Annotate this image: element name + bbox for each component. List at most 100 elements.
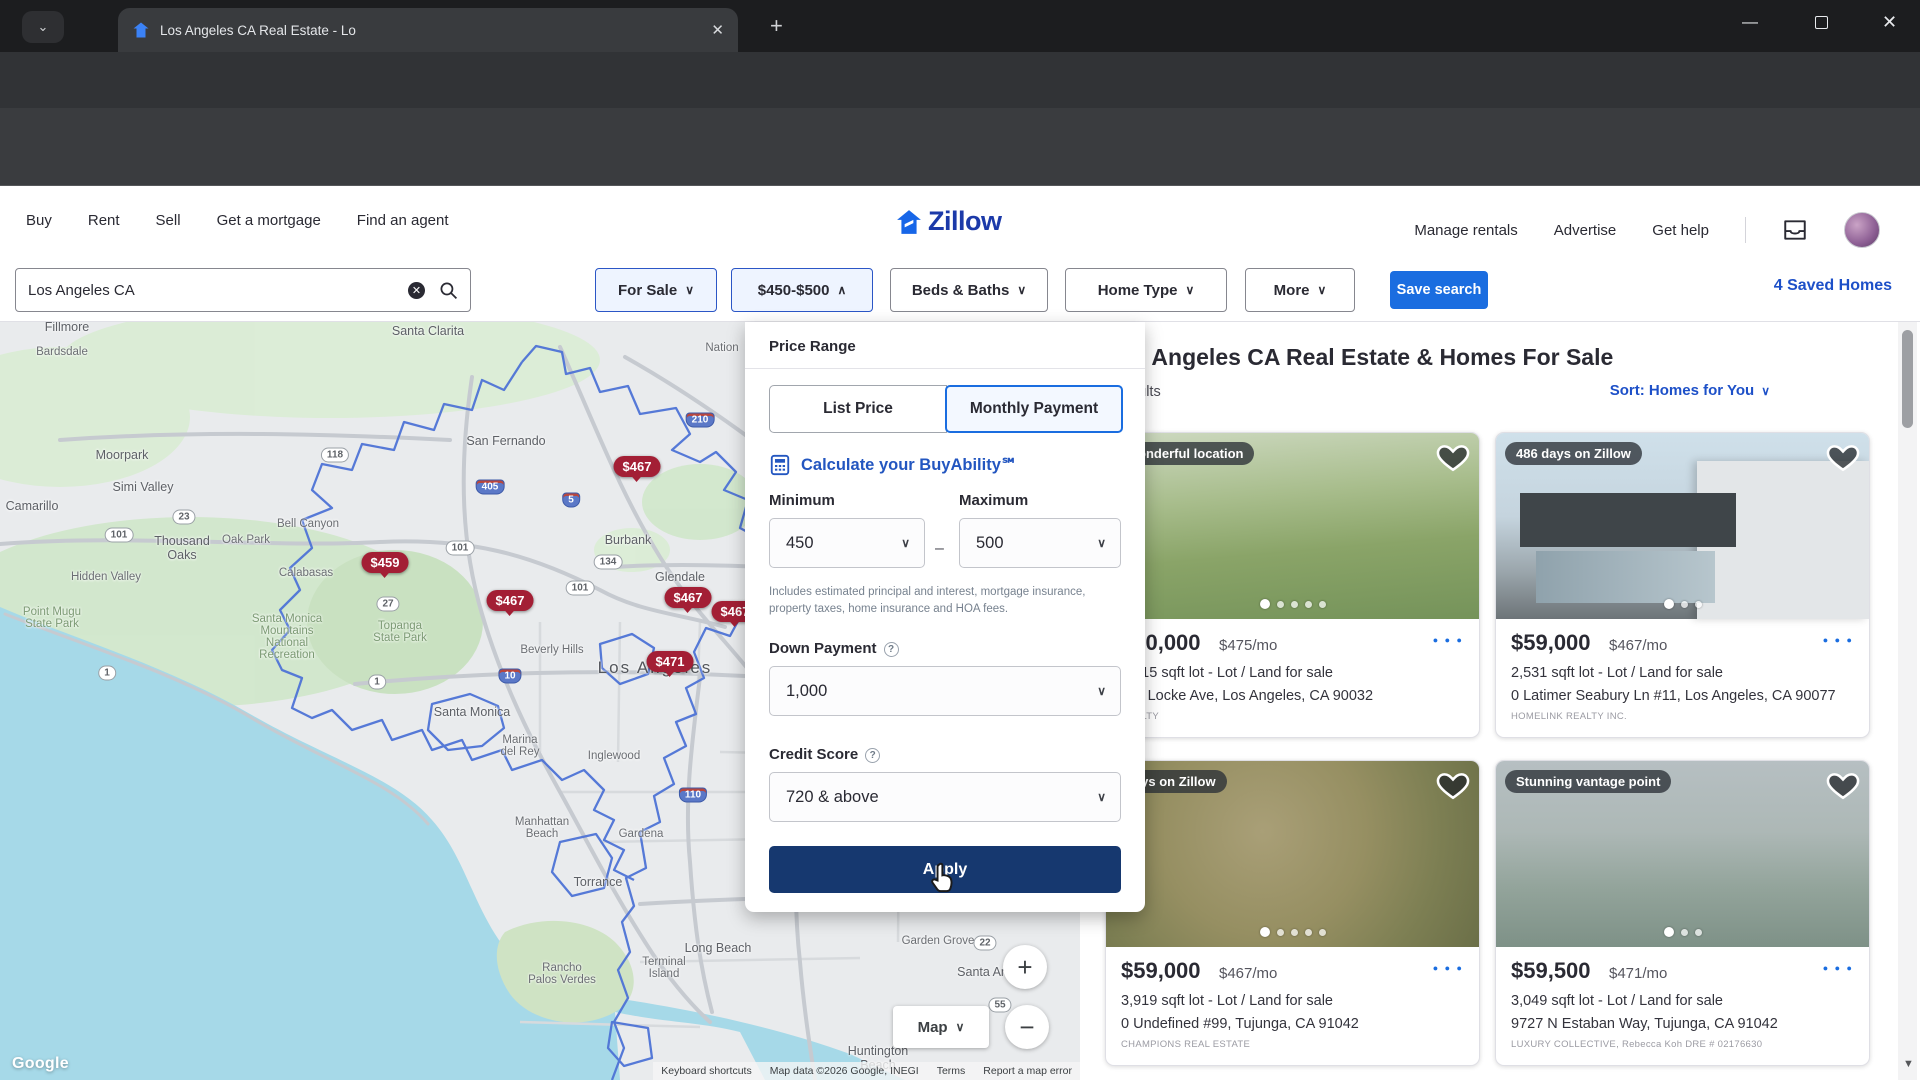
listing-card[interactable]: Stunning vantage point $59,500 $471/mo ●… bbox=[1495, 760, 1870, 1066]
map-place-label: Thousand Oaks bbox=[154, 534, 210, 562]
nav-buy[interactable]: Buy bbox=[26, 212, 52, 229]
map-price-pin[interactable]: $467 bbox=[665, 587, 712, 608]
down-payment-select[interactable]: 1,000 ∨ bbox=[769, 666, 1121, 716]
window-minimize-button[interactable]: — bbox=[1742, 14, 1758, 32]
favorite-heart-icon[interactable] bbox=[1436, 768, 1470, 802]
listing-info: $59,000 $467/mo ● ● ● 2,531 sqft lot - L… bbox=[1496, 619, 1869, 722]
window-maximize-button[interactable] bbox=[1815, 16, 1828, 29]
nav-find-an-agent[interactable]: Find an agent bbox=[357, 212, 449, 229]
map-type-button[interactable]: Map ∨ bbox=[893, 1006, 989, 1048]
favorite-heart-icon[interactable] bbox=[1436, 440, 1470, 474]
photo-carousel-dots[interactable] bbox=[1496, 599, 1869, 609]
scrollbar-track[interactable] bbox=[1898, 322, 1917, 1080]
report-map-error-link[interactable]: Report a map error bbox=[983, 1065, 1072, 1077]
map-price-pin[interactable]: $459 bbox=[362, 552, 409, 573]
listing-info: $59,500 $471/mo ● ● ● 3,049 sqft lot - L… bbox=[1496, 947, 1869, 1050]
minimum-select[interactable]: 450 ∨ bbox=[769, 518, 925, 568]
tab-monthly-payment[interactable]: Monthly Payment bbox=[945, 385, 1123, 433]
credit-score-value: 720 & above bbox=[786, 788, 879, 807]
nav-get-a-mortgage[interactable]: Get a mortgage bbox=[217, 212, 321, 229]
help-icon[interactable]: ? bbox=[884, 642, 899, 657]
listing-photo[interactable]: Wonderful location bbox=[1106, 433, 1479, 619]
listing-card[interactable]: days on Zillow $59,000 $467/mo ● ● ● 3,9… bbox=[1105, 760, 1480, 1066]
keyboard-shortcuts-link[interactable]: Keyboard shortcuts bbox=[661, 1065, 751, 1077]
listing-photo[interactable]: Stunning vantage point bbox=[1496, 761, 1869, 947]
road-shield: 101 bbox=[446, 541, 475, 556]
listing-menu-icon[interactable]: ● ● ● bbox=[1823, 963, 1854, 973]
listing-menu-icon[interactable]: ● ● ● bbox=[1823, 635, 1854, 645]
scrollbar-down-arrow[interactable]: ▼ bbox=[1903, 1058, 1914, 1070]
filter-for-sale[interactable]: For Sale∨ bbox=[595, 268, 717, 312]
map-place-label: Bardsdale bbox=[36, 346, 88, 358]
map-price-pin[interactable]: $467 bbox=[487, 590, 534, 611]
filter-beds-label: Beds & Baths bbox=[912, 282, 1010, 299]
browser-tab[interactable]: Los Angeles CA Real Estate - Lo ✕ bbox=[118, 8, 738, 52]
listing-badge: 486 days on Zillow bbox=[1505, 442, 1642, 465]
filter-beds-baths[interactable]: Beds & Baths ∨ bbox=[890, 268, 1048, 312]
map-price-pin[interactable]: $471 bbox=[647, 651, 694, 672]
inbox-icon[interactable] bbox=[1782, 218, 1808, 242]
filter-more[interactable]: More∨ bbox=[1245, 268, 1355, 312]
road-shield: 1 bbox=[98, 666, 116, 681]
filter-price-label: $450-$500 bbox=[758, 282, 830, 299]
listing-photo[interactable]: days on Zillow bbox=[1106, 761, 1479, 947]
nav-manage-rentals[interactable]: Manage rentals bbox=[1414, 222, 1517, 239]
road-shield: 118 bbox=[321, 448, 349, 463]
map-place-label: Santa Monica Mountains National Recreati… bbox=[252, 613, 322, 661]
tab-search-button[interactable]: ⌄ bbox=[22, 11, 64, 43]
maximum-select[interactable]: 500 ∨ bbox=[959, 518, 1121, 568]
tab-list-price[interactable]: List Price bbox=[769, 385, 947, 433]
map-place-label: Camarillo bbox=[6, 499, 59, 513]
terms-link[interactable]: Terms bbox=[937, 1065, 966, 1077]
scrollbar-thumb[interactable] bbox=[1902, 330, 1913, 428]
help-icon[interactable]: ? bbox=[865, 748, 880, 763]
map-price-pin[interactable]: $467 bbox=[614, 456, 661, 477]
search-icon[interactable] bbox=[439, 281, 458, 300]
save-search-button[interactable]: Save search bbox=[1390, 271, 1488, 309]
minus-icon: − bbox=[1019, 1012, 1034, 1043]
listing-info: $60,000 $475/mo ● ● ● 3,015 sqft lot - L… bbox=[1106, 619, 1479, 722]
avatar[interactable] bbox=[1844, 212, 1880, 248]
new-tab-button[interactable]: + bbox=[770, 16, 783, 36]
clear-search-icon[interactable]: ✕ bbox=[408, 282, 425, 299]
buyability-link[interactable]: Calculate your BuyAbility℠ bbox=[769, 454, 1018, 476]
photo-carousel-dots[interactable] bbox=[1496, 927, 1869, 937]
photo-carousel-dots[interactable] bbox=[1106, 599, 1479, 609]
panel-divider bbox=[745, 368, 1145, 369]
window-close-button[interactable]: ✕ bbox=[1882, 12, 1897, 33]
nav-advertise[interactable]: Advertise bbox=[1554, 222, 1617, 239]
header-nav-left: Buy Rent Sell Get a mortgage Find an age… bbox=[26, 212, 449, 229]
buyability-label: Calculate your BuyAbility℠ bbox=[801, 455, 1018, 475]
nav-get-help[interactable]: Get help bbox=[1652, 222, 1709, 239]
map-place-label: Glendale bbox=[655, 570, 705, 584]
map-place-label: Point Mugu State Park bbox=[23, 606, 81, 630]
listing-card[interactable]: Wonderful location $60,000 $475/mo ● ● ●… bbox=[1105, 432, 1480, 738]
chevron-down-icon: ∨ bbox=[1097, 790, 1106, 804]
zillow-logo[interactable]: Zillow bbox=[896, 206, 1002, 237]
listing-photo[interactable]: 486 days on Zillow bbox=[1496, 433, 1869, 619]
favorite-heart-icon[interactable] bbox=[1826, 440, 1860, 474]
filter-home-type[interactable]: Home Type∨ bbox=[1065, 268, 1227, 312]
map-zoom-out-button[interactable]: − bbox=[1005, 1005, 1049, 1049]
tab-close-icon[interactable]: ✕ bbox=[711, 21, 724, 39]
road-shield: 27 bbox=[376, 597, 399, 612]
saved-homes-link[interactable]: 4 Saved Homes bbox=[1774, 277, 1892, 295]
listing-info: $59,000 $467/mo ● ● ● 3,919 sqft lot - L… bbox=[1106, 947, 1479, 1050]
listing-card[interactable]: 486 days on Zillow $59,000 $467/mo ● ● ●… bbox=[1495, 432, 1870, 738]
photo-carousel-dots[interactable] bbox=[1106, 927, 1479, 937]
favorite-heart-icon[interactable] bbox=[1826, 768, 1860, 802]
nav-rent[interactable]: Rent bbox=[88, 212, 120, 229]
listing-price: $59,000 bbox=[1121, 958, 1201, 984]
sort-dropdown[interactable]: Sort: Homes for You ∨ bbox=[1610, 382, 1770, 399]
filter-price[interactable]: $450-$500∧ bbox=[731, 268, 873, 312]
search-input[interactable]: Los Angeles CA ✕ bbox=[15, 268, 471, 312]
map-zoom-in-button[interactable]: + bbox=[1003, 945, 1047, 989]
chevron-down-icon: ∨ bbox=[685, 283, 694, 297]
listing-lot: 3,919 sqft lot - Lot / Land for sale bbox=[1121, 993, 1464, 1009]
nav-sell[interactable]: Sell bbox=[156, 212, 181, 229]
credit-score-select[interactable]: 720 & above ∨ bbox=[769, 772, 1121, 822]
listing-menu-icon[interactable]: ● ● ● bbox=[1433, 635, 1464, 645]
down-payment-value: 1,000 bbox=[786, 682, 827, 701]
listing-menu-icon[interactable]: ● ● ● bbox=[1433, 963, 1464, 973]
chevron-down-icon: ∨ bbox=[1017, 283, 1026, 297]
